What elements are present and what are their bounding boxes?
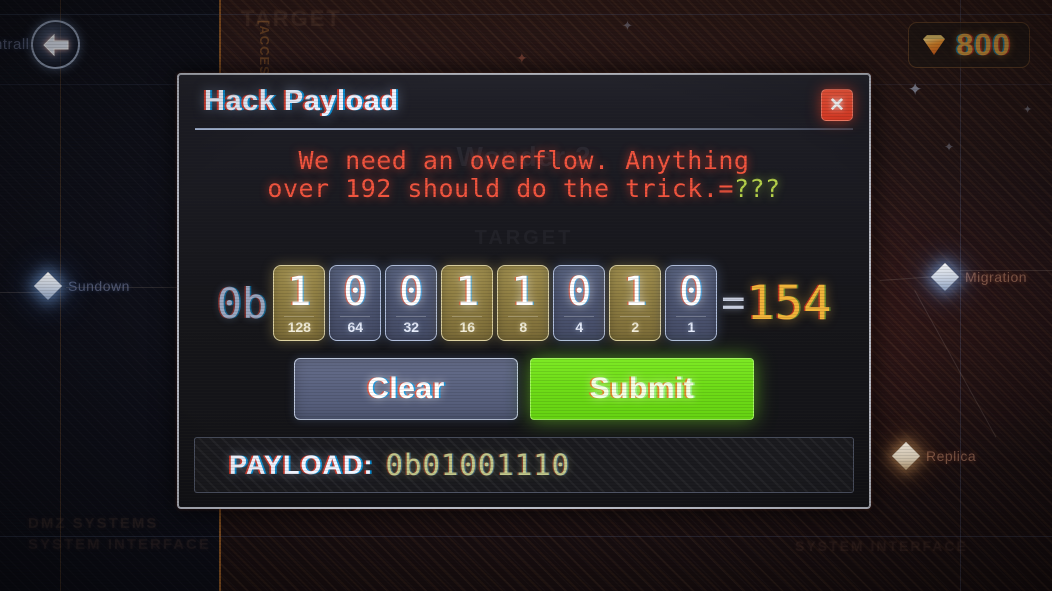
payload-display: PAYLOAD: 0b01001110 bbox=[194, 437, 854, 493]
payload-value: 0b01001110 bbox=[385, 448, 571, 482]
bit-weight: 32 bbox=[403, 319, 420, 335]
clear-button-label: Clear bbox=[367, 372, 445, 405]
map-node-sundown[interactable]: Sundown bbox=[33, 271, 130, 301]
prompt-line-2: over 192 should do the trick. bbox=[267, 174, 719, 203]
bit-weight: 4 bbox=[575, 319, 584, 335]
bit-weight: 1 bbox=[687, 319, 696, 335]
bit-weight: 16 bbox=[459, 319, 476, 335]
currency-amount: 800 bbox=[956, 27, 1011, 62]
close-icon: ✕ bbox=[829, 94, 845, 116]
close-button[interactable]: ✕ bbox=[821, 89, 853, 121]
decimal-value: 154 bbox=[746, 275, 832, 331]
target-value: ??? bbox=[733, 174, 781, 203]
currency-counter[interactable]: 800 bbox=[908, 22, 1030, 68]
bit-divider bbox=[452, 316, 483, 317]
payload-label: PAYLOAD: bbox=[229, 449, 374, 480]
map-node-label: Migration bbox=[965, 269, 1028, 285]
node-diamond-icon bbox=[930, 262, 960, 292]
bit-weight: 2 bbox=[631, 319, 640, 335]
sparkle-icon: ✦ bbox=[516, 50, 528, 66]
map-node-replica[interactable]: Replica bbox=[891, 441, 977, 471]
bit-toggle-row: 0b 1 128 0 64 0 32 1 16 1 8 0 4 1 2 0 1 … bbox=[179, 265, 869, 341]
sparkle-icon: ✦ bbox=[622, 18, 633, 33]
dialog-title: Hack Payload bbox=[204, 85, 399, 117]
bit-value: 1 bbox=[511, 269, 536, 315]
bit-divider bbox=[284, 316, 315, 317]
bit-divider bbox=[620, 316, 651, 317]
bit-value: 1 bbox=[287, 269, 312, 315]
back-button[interactable] bbox=[31, 20, 80, 69]
dialog-titlebar: Hack Payload ✕ bbox=[179, 75, 869, 133]
bit-weight: 64 bbox=[347, 319, 364, 335]
sparkle-icon: ✦ bbox=[908, 80, 923, 99]
hack-payload-dialog: Hack Payload ✕ Wonder 2 TARGET We need a… bbox=[177, 73, 871, 509]
bit-divider bbox=[676, 316, 707, 317]
background-ghost-text: SYSTEM INTERFACE bbox=[28, 536, 211, 553]
equals-sign: = bbox=[721, 280, 746, 326]
dialog-button-row: Clear Submit bbox=[179, 358, 869, 420]
map-node-label: Replica bbox=[926, 448, 977, 464]
bit-value: 0 bbox=[399, 269, 424, 315]
gem-icon bbox=[923, 35, 946, 55]
target-equals-sign: = bbox=[718, 174, 734, 203]
prompt-line-1: We need an overflow. Anything bbox=[298, 146, 750, 175]
prompt-text: We need an overflow. Anything over 192 s… bbox=[179, 147, 869, 203]
bit-divider bbox=[396, 316, 427, 317]
binary-prefix: 0b bbox=[216, 278, 268, 328]
bit-divider bbox=[508, 316, 539, 317]
sparkle-icon: ✦ bbox=[944, 140, 955, 154]
background-watermark-secondary: TARGET bbox=[474, 227, 574, 249]
map-node-migration[interactable]: Migration bbox=[930, 262, 1028, 292]
background-ghost-text: SYSTEM INTERFACE bbox=[795, 538, 968, 554]
map-node-label-partial: ntrall bbox=[0, 36, 30, 53]
bit-weight: 128 bbox=[287, 319, 311, 335]
title-underline bbox=[195, 128, 853, 130]
node-diamond-icon bbox=[891, 441, 921, 471]
bit-toggle-2[interactable]: 1 2 bbox=[609, 265, 662, 341]
clear-button[interactable]: Clear bbox=[294, 358, 518, 420]
bit-weight: 8 bbox=[519, 319, 528, 335]
prompt-line-2-wrap: over 192 should do the trick.=??? bbox=[179, 175, 869, 203]
grid-line-vertical bbox=[960, 0, 961, 591]
submit-button-label: Submit bbox=[589, 372, 695, 405]
grid-line-horizontal bbox=[0, 14, 1052, 15]
bit-value: 0 bbox=[343, 269, 368, 315]
bit-toggle-16[interactable]: 1 16 bbox=[441, 265, 494, 341]
bit-divider bbox=[340, 316, 371, 317]
node-diamond-icon bbox=[33, 271, 63, 301]
arrow-left-icon bbox=[42, 33, 68, 56]
bit-toggle-4[interactable]: 0 4 bbox=[553, 265, 606, 341]
bit-toggle-1[interactable]: 0 1 bbox=[665, 265, 718, 341]
bit-toggle-8[interactable]: 1 8 bbox=[497, 265, 550, 341]
bit-toggle-64[interactable]: 0 64 bbox=[329, 265, 382, 341]
bit-value: 0 bbox=[567, 269, 592, 315]
bit-divider bbox=[564, 316, 595, 317]
background-ghost-text: DMZ SYSTEMS bbox=[28, 515, 159, 532]
submit-button[interactable]: Submit bbox=[530, 358, 754, 420]
bit-value: 0 bbox=[679, 269, 704, 315]
sparkle-icon: ✦ bbox=[1023, 104, 1033, 116]
bit-value: 1 bbox=[455, 269, 480, 315]
bit-value: 1 bbox=[623, 269, 648, 315]
map-node-label: Sundown bbox=[68, 278, 130, 294]
bit-toggle-32[interactable]: 0 32 bbox=[385, 265, 438, 341]
bit-toggle-128[interactable]: 1 128 bbox=[273, 265, 326, 341]
